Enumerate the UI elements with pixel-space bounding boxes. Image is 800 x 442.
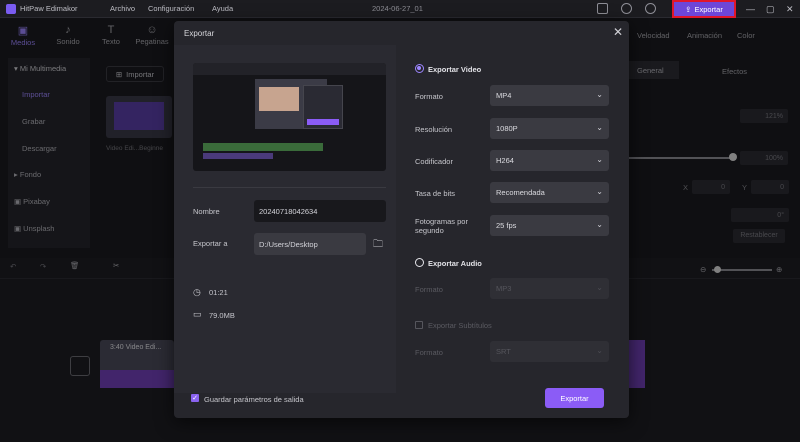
menu-configuracion[interactable]: Configuración bbox=[148, 4, 194, 13]
file-size-value: 79.0MB bbox=[209, 311, 235, 320]
chevron-down-icon: ⌄ bbox=[596, 123, 603, 132]
feedback-icon[interactable] bbox=[597, 3, 608, 14]
clock-icon: ◷ bbox=[193, 287, 201, 297]
chevron-down-icon: ⌄ bbox=[596, 220, 603, 229]
export-video-radio[interactable] bbox=[415, 64, 424, 73]
save-params-label: Guardar parámetros de salida bbox=[204, 395, 304, 404]
chevron-down-icon: ⌄ bbox=[596, 90, 603, 99]
export-to-label: Exportar a bbox=[193, 239, 228, 248]
title-bar: HitPaw Edimakor Archivo Configuración Ay… bbox=[0, 0, 800, 18]
bitrate-label: Tasa de bits bbox=[415, 189, 456, 198]
export-path-field[interactable]: D:/Users/Desktop bbox=[254, 233, 366, 255]
menu-archivo[interactable]: Archivo bbox=[110, 4, 135, 13]
folder-icon[interactable]: 🗀 bbox=[373, 237, 383, 254]
export-audio-heading: Exportar Audio bbox=[428, 259, 482, 268]
close-window-icon[interactable]: ✕ bbox=[786, 4, 794, 15]
info-icon[interactable] bbox=[621, 3, 632, 14]
name-label: Nombre bbox=[193, 207, 220, 216]
chevron-down-icon: ⌄ bbox=[596, 283, 603, 292]
menu-ayuda[interactable]: Ayuda bbox=[212, 4, 233, 13]
chevron-down-icon: ⌄ bbox=[596, 346, 603, 355]
chevron-down-icon: ⌄ bbox=[596, 155, 603, 164]
resolution-label: Resolución bbox=[415, 125, 453, 134]
export-icon: ⇪ bbox=[685, 4, 692, 14]
audio-format-label: Formato bbox=[415, 285, 443, 294]
name-field[interactable]: 20240718042634 bbox=[254, 200, 386, 222]
project-title: 2024-06-27_01 bbox=[372, 4, 423, 13]
dialog-title: Exportar bbox=[184, 29, 215, 38]
fps-label: Fotogramas por segundo bbox=[415, 217, 468, 235]
app-logo bbox=[6, 4, 16, 14]
export-video-heading: Exportar Video bbox=[428, 65, 482, 74]
maximize-icon[interactable]: ▢ bbox=[766, 4, 775, 15]
app-name: HitPaw Edimakor bbox=[20, 4, 78, 13]
export-subtitles-checkbox[interactable] bbox=[415, 321, 423, 329]
export-subtitles-heading: Exportar Subtítulos bbox=[428, 321, 492, 330]
export-audio-radio[interactable] bbox=[415, 258, 424, 267]
bitrate-select[interactable]: Recomendada ⌄ bbox=[490, 182, 609, 203]
subtitle-format-label: Formato bbox=[415, 348, 443, 357]
format-label: Formato bbox=[415, 92, 443, 101]
export-dialog: Exportar ✕ Nombre 20240718042634 Exporta… bbox=[174, 21, 629, 418]
duration-value: 01:21 bbox=[209, 288, 228, 297]
subtitle-format-select[interactable]: SRT ⌄ bbox=[490, 341, 609, 362]
export-preview bbox=[193, 63, 386, 171]
codec-label: Codificador bbox=[415, 157, 453, 166]
minimize-icon[interactable]: — bbox=[746, 4, 755, 14]
save-params-checkbox[interactable]: ✓ bbox=[191, 394, 199, 402]
fps-select[interactable]: 25 fps ⌄ bbox=[490, 215, 609, 236]
codec-select[interactable]: H264 ⌄ bbox=[490, 150, 609, 171]
export-button[interactable]: Exportar bbox=[545, 388, 604, 408]
audio-format-select[interactable]: MP3 ⌄ bbox=[490, 278, 609, 299]
resolution-select[interactable]: 1080P ⌄ bbox=[490, 118, 609, 139]
account-icon[interactable] bbox=[645, 3, 656, 14]
top-export-button[interactable]: ⇪ Exportar bbox=[672, 0, 736, 18]
chevron-down-icon: ⌄ bbox=[596, 187, 603, 196]
format-select[interactable]: MP4 ⌄ bbox=[490, 85, 609, 106]
file-size-icon: ▭ bbox=[193, 309, 202, 319]
close-icon[interactable]: ✕ bbox=[613, 25, 623, 39]
